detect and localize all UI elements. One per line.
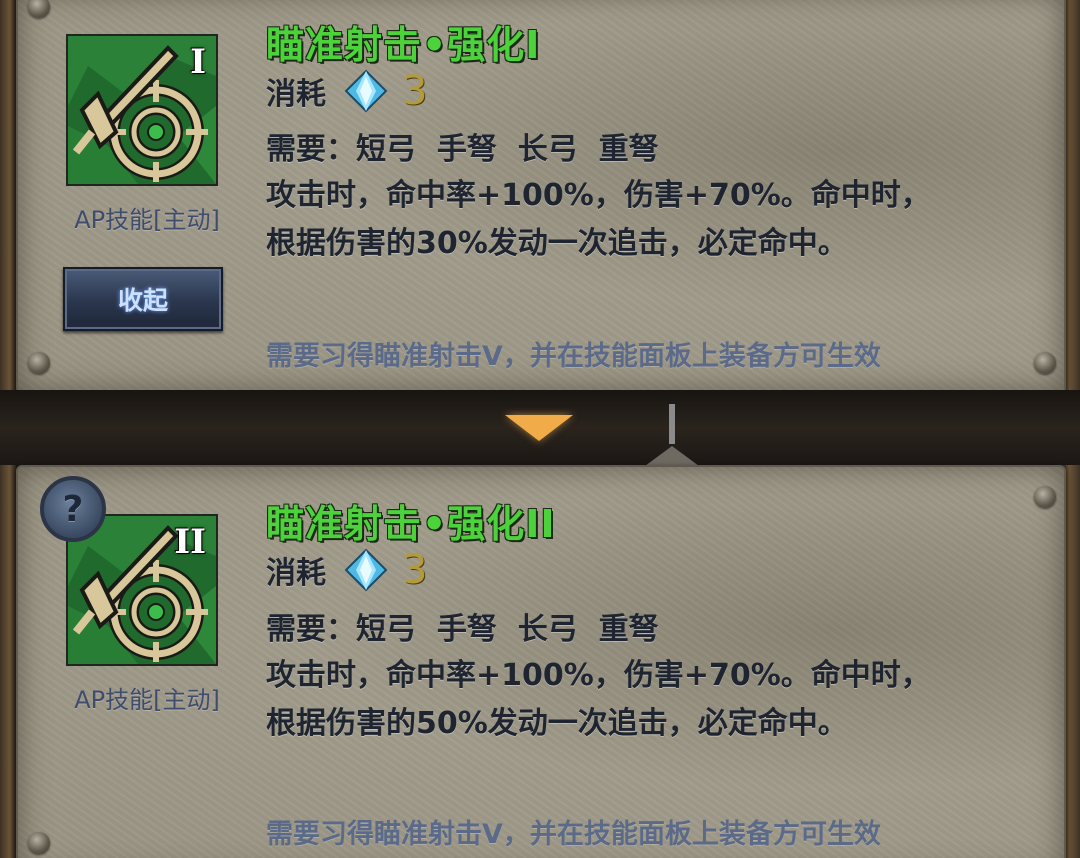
rivet (28, 832, 50, 854)
description-line: 攻击时，命中率+100%，伤害+70%。命中时， (266, 178, 931, 213)
skill-description: 攻击时，命中率+100%，伤害+70%。命中时， 根据伤害的50%发动一次追击，… (266, 652, 1026, 748)
help-button[interactable]: ? (40, 476, 106, 542)
cost-row: 消耗 3 (266, 547, 427, 593)
weapon-requirement: 需要：短弓 手弩 长弓 重弩 (266, 132, 659, 167)
unlock-footnote: 需要习得瞄准射击V，并在技能面板上装备方可生效 (266, 819, 881, 850)
skill-detail-view: I AP技能[主动] 收起 瞄准射击•强化I 消耗 3 需要：短弓 手弩 长弓 … (0, 0, 1080, 858)
description-line: 攻击时，命中率+100%，伤害+70%。命中时， (266, 658, 931, 693)
skill-title: 瞄准射击•强化I (266, 23, 541, 67)
cost-label: 消耗 (266, 77, 326, 112)
rivet (1034, 352, 1056, 374)
crystal-icon (344, 69, 388, 113)
skill-type-caption: AP技能[主动] (74, 206, 220, 234)
skill-description: 攻击时，命中率+100%，伤害+70%。命中时， 根据伤害的30%发动一次追击，… (266, 172, 1026, 268)
unlock-footnote: 需要习得瞄准射击V，并在技能面板上装备方可生效 (266, 341, 881, 372)
description-line: 根据伤害的50%发动一次追击，必定命中。 (266, 706, 848, 741)
divider-peak (645, 446, 699, 466)
cost-value: 3 (402, 547, 428, 593)
expand-arrow-icon[interactable] (505, 415, 573, 441)
cost-label: 消耗 (266, 556, 326, 591)
skill-rank-numeral: II (174, 522, 206, 562)
weapon-requirement: 需要：短弓 手弩 长弓 重弩 (266, 612, 659, 647)
skill-type-caption: AP技能[主动] (74, 686, 220, 714)
rivet (28, 352, 50, 374)
rivet (1034, 486, 1056, 508)
skill-icon-aimed-shot[interactable]: I (66, 34, 218, 186)
divider-stem (669, 404, 675, 444)
crystal-icon (344, 548, 388, 592)
cost-value: 3 (402, 68, 428, 114)
collapse-button[interactable]: 收起 (63, 267, 223, 331)
cost-row: 消耗 3 (266, 68, 427, 114)
skill-rank-numeral: I (190, 42, 206, 82)
description-line: 根据伤害的30%发动一次追击，必定命中。 (266, 226, 848, 261)
skill-title: 瞄准射击•强化II (266, 502, 556, 546)
